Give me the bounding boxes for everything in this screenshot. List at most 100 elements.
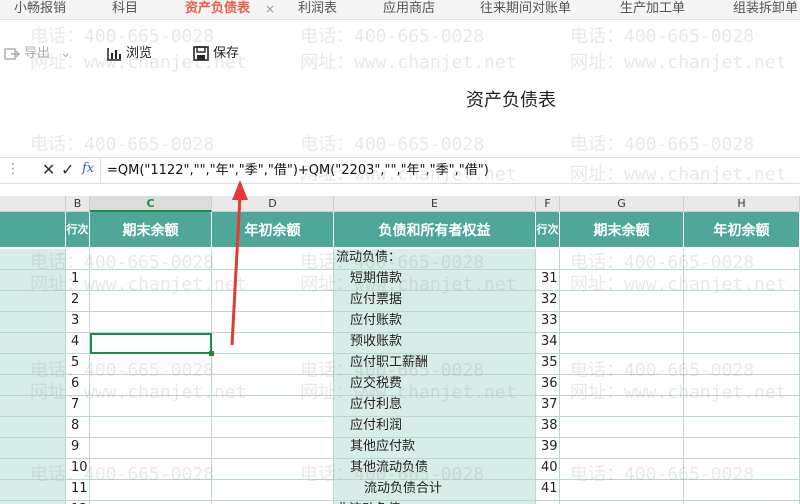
liability-item-cell[interactable]: 应交税费 — [334, 375, 536, 396]
opening-balance-right-cell[interactable] — [684, 375, 800, 396]
line-number-right-cell[interactable] — [536, 249, 560, 270]
opening-balance-cell[interactable] — [212, 480, 334, 501]
line-number-cell[interactable]: 5 — [66, 354, 90, 375]
line-number-cell[interactable]: 9 — [66, 438, 90, 459]
row-gutter-cell[interactable] — [0, 480, 66, 501]
line-number-cell[interactable]: 2 — [66, 291, 90, 312]
closing-balance-right-cell[interactable] — [560, 333, 684, 354]
column-header-e[interactable]: E — [334, 196, 536, 212]
opening-balance-right-cell[interactable] — [684, 459, 800, 480]
opening-balance-cell[interactable] — [212, 354, 334, 375]
line-number-right-cell[interactable]: 35 — [536, 354, 560, 375]
closing-balance-right-cell[interactable] — [560, 480, 684, 501]
opening-balance-right-cell[interactable] — [684, 291, 800, 312]
line-number-right-cell[interactable]: 39 — [536, 438, 560, 459]
line-number-right-cell[interactable]: 41 — [536, 480, 560, 501]
line-number-cell[interactable]: 10 — [66, 459, 90, 480]
closing-balance-cell[interactable] — [90, 375, 212, 396]
opening-balance-cell[interactable] — [212, 333, 334, 354]
tab-assembly-order[interactable]: 组装拆卸单 — [733, 0, 798, 19]
opening-balance-right-cell[interactable] — [684, 270, 800, 291]
line-number-right-cell[interactable]: 36 — [536, 375, 560, 396]
closing-balance-right-cell[interactable] — [560, 438, 684, 459]
opening-balance-cell[interactable] — [212, 291, 334, 312]
cancel-formula-icon[interactable]: ✕ — [42, 160, 55, 180]
line-number-cell[interactable]: 3 — [66, 312, 90, 333]
line-number-cell[interactable]: 1 — [66, 270, 90, 291]
line-number-right-cell[interactable]: 31 — [536, 270, 560, 291]
column-header-f[interactable]: F — [536, 196, 560, 212]
row-gutter-cell[interactable] — [0, 354, 66, 375]
opening-balance-cell[interactable] — [212, 417, 334, 438]
row-gutter-cell[interactable] — [0, 291, 66, 312]
closing-balance-cell[interactable] — [90, 270, 212, 291]
closing-balance-right-cell[interactable] — [560, 291, 684, 312]
liability-item-cell[interactable]: 其他应付款 — [334, 438, 536, 459]
opening-balance-right-cell[interactable] — [684, 438, 800, 459]
line-number-cell[interactable]: 4 — [66, 333, 90, 354]
browse-button[interactable]: 浏览 — [106, 44, 152, 64]
tab-xiaochang-expense[interactable]: 小畅报销 — [14, 0, 66, 19]
tab-income-statement[interactable]: 利润表 — [298, 0, 337, 19]
line-number-cell[interactable]: 6 — [66, 375, 90, 396]
formula-input[interactable]: =QM("1122","","年","季","借")+QM("2203","",… — [100, 158, 800, 183]
liability-item-cell[interactable]: 预收账款 — [334, 333, 536, 354]
liability-item-cell[interactable]: 应付账款 — [334, 312, 536, 333]
opening-balance-cell[interactable] — [212, 459, 334, 480]
liability-item-cell[interactable]: 应付利润 — [334, 417, 536, 438]
line-number-right-cell[interactable]: 32 — [536, 291, 560, 312]
line-number-right-cell[interactable]: 40 — [536, 459, 560, 480]
line-number-right-cell[interactable]: 38 — [536, 417, 560, 438]
line-number-cell[interactable]: 8 — [66, 417, 90, 438]
liability-item-cell[interactable]: 应付职工薪酬 — [334, 354, 536, 375]
closing-balance-cell[interactable] — [90, 459, 212, 480]
opening-balance-right-cell[interactable] — [684, 312, 800, 333]
closing-balance-right-cell[interactable] — [560, 270, 684, 291]
line-number-right-cell[interactable]: 33 — [536, 312, 560, 333]
confirm-formula-icon[interactable]: ✓ — [61, 160, 74, 180]
row-gutter-cell[interactable] — [0, 438, 66, 459]
line-number-right-cell[interactable]: 37 — [536, 396, 560, 417]
row-gutter-cell[interactable] — [0, 417, 66, 438]
closing-balance-right-cell[interactable] — [560, 375, 684, 396]
closing-balance-cell[interactable] — [90, 480, 212, 501]
closing-balance-cell[interactable] — [90, 438, 212, 459]
closing-balance-cell[interactable] — [90, 396, 212, 417]
closing-balance-cell[interactable] — [90, 249, 212, 270]
spreadsheet-grid[interactable]: B C D E F G H 行次 期末余额 年初余额 负债和所有者权益 行次 期… — [0, 196, 800, 504]
closing-balance-cell[interactable] — [90, 291, 212, 312]
row-gutter-cell[interactable] — [0, 375, 66, 396]
selection-fill-handle[interactable] — [209, 351, 214, 356]
liability-item-cell[interactable]: 应付利息 — [334, 396, 536, 417]
column-header-b[interactable]: B — [66, 196, 90, 212]
liability-item-cell[interactable]: 应付票据 — [334, 291, 536, 312]
opening-balance-right-cell[interactable] — [684, 480, 800, 501]
row-gutter-cell[interactable] — [0, 270, 66, 291]
row-gutter-cell[interactable] — [0, 459, 66, 480]
line-number-cell[interactable] — [66, 249, 90, 270]
line-number-right-cell[interactable]: 34 — [536, 333, 560, 354]
liability-item-cell[interactable]: 流动负债： — [334, 249, 536, 270]
closing-balance-right-cell[interactable] — [560, 459, 684, 480]
column-header-g[interactable]: G — [560, 196, 684, 212]
closing-balance-right-cell[interactable] — [560, 354, 684, 375]
opening-balance-cell[interactable] — [212, 438, 334, 459]
liability-item-cell[interactable]: 其他流动负债 — [334, 459, 536, 480]
tab-balance-sheet[interactable]: 资产负债表 — [185, 0, 250, 19]
liability-item-cell[interactable]: 短期借款 — [334, 270, 536, 291]
tab-reconciliation[interactable]: 往来期间对账单 — [480, 0, 571, 19]
liability-item-cell[interactable]: 流动负债合计 — [334, 480, 536, 501]
closing-balance-cell[interactable] — [90, 417, 212, 438]
closing-balance-cell[interactable] — [90, 312, 212, 333]
row-gutter-cell[interactable] — [0, 249, 66, 270]
closing-balance-right-cell[interactable] — [560, 417, 684, 438]
closing-balance-cell[interactable] — [90, 333, 212, 354]
line-number-cell[interactable]: 7 — [66, 396, 90, 417]
opening-balance-right-cell[interactable] — [684, 396, 800, 417]
opening-balance-cell[interactable] — [212, 312, 334, 333]
row-gutter-cell[interactable] — [0, 312, 66, 333]
opening-balance-right-cell[interactable] — [684, 417, 800, 438]
opening-balance-cell[interactable] — [212, 396, 334, 417]
row-gutter-cell[interactable] — [0, 396, 66, 417]
closing-balance-right-cell[interactable] — [560, 312, 684, 333]
